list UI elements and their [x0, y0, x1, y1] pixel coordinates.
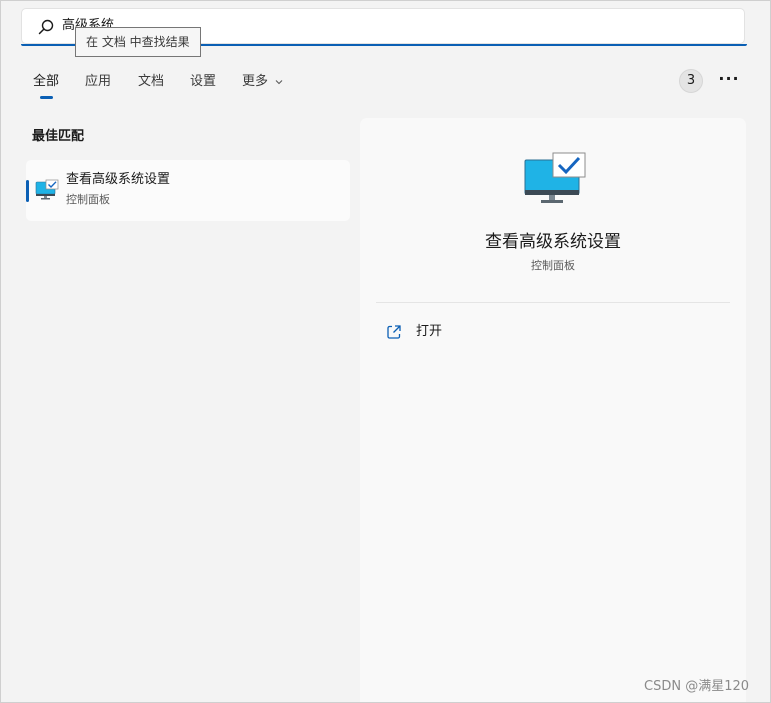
result-title: 查看高级系统设置: [66, 172, 171, 187]
result-subtitle: 控制面板: [66, 193, 110, 206]
detail-panel: 查看高级系统设置 控制面板 打开: [360, 118, 746, 702]
divider: [376, 302, 730, 303]
open-external-icon: [387, 325, 401, 339]
selection-accent: [26, 180, 29, 202]
watermark: CSDN @满星120: [644, 679, 750, 694]
search-tooltip: 在 文档 中查找结果: [75, 27, 201, 57]
tab-apps[interactable]: 应用: [85, 73, 111, 91]
active-tab-indicator: [40, 96, 53, 99]
open-action[interactable]: 打开: [386, 322, 586, 344]
detail-title: 查看高级系统设置: [485, 232, 621, 252]
monitor-check-icon: [524, 152, 586, 203]
best-match-result[interactable]: 查看高级系统设置 控制面板: [26, 160, 350, 221]
tab-all[interactable]: 全部: [33, 73, 59, 91]
detail-subtitle: 控制面板: [531, 259, 575, 272]
tab-documents[interactable]: 文档: [138, 73, 164, 91]
reward-points-badge[interactable]: 3: [679, 69, 703, 93]
open-label: 打开: [416, 324, 443, 339]
best-match-heading: 最佳匹配: [32, 129, 85, 144]
monitor-check-icon: [35, 179, 59, 200]
tab-more[interactable]: 更多: [242, 73, 284, 91]
search-icon: [38, 19, 54, 35]
tab-more-label: 更多: [242, 74, 269, 89]
chevron-down-icon: [275, 79, 283, 84]
tab-settings[interactable]: 设置: [190, 73, 216, 91]
search-window: 高级系统 在 文档 中查找结果 全部 应用 文档 设置 更多 3 ··· 最佳匹…: [0, 0, 771, 703]
more-options-button[interactable]: ···: [717, 71, 741, 91]
